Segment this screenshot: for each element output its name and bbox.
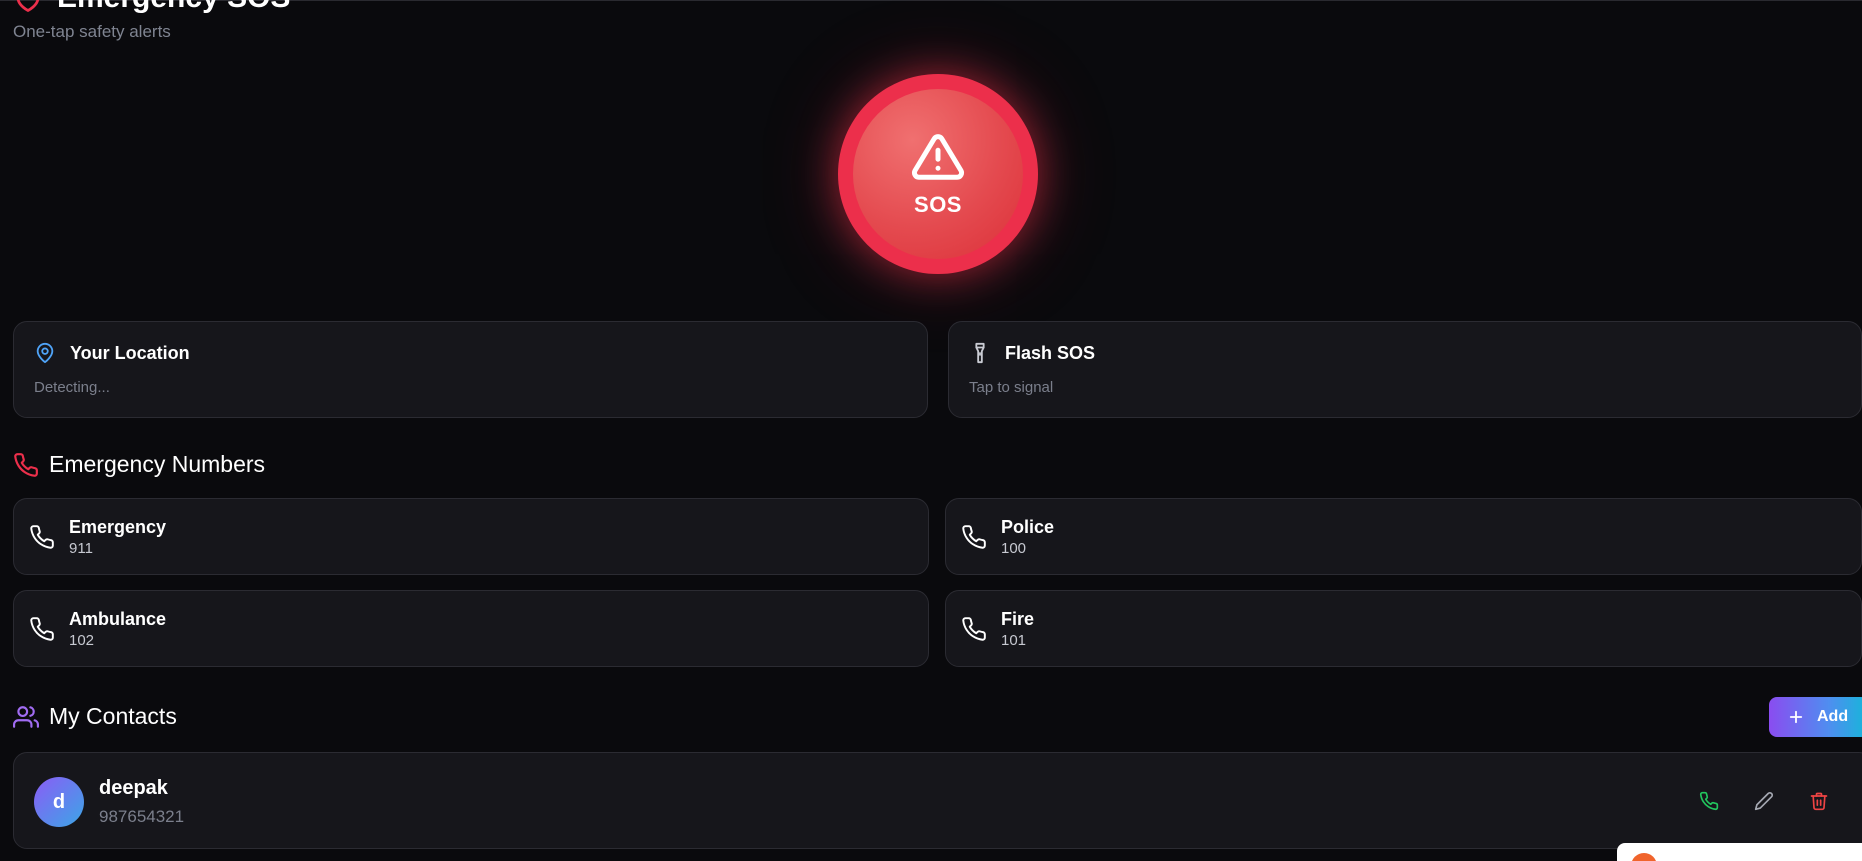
flash-sos-title: Flash SOS (1005, 342, 1096, 363)
contact-phone: 987654321 (99, 807, 185, 826)
call-contact-button[interactable] (1695, 787, 1723, 815)
phone-icon (14, 452, 38, 477)
ambulance-number-card[interactable]: Ambulance 102 (13, 590, 929, 667)
pencil-icon (1754, 792, 1773, 811)
floating-widget[interactable] (1617, 843, 1862, 861)
number-name: Emergency (69, 517, 167, 537)
warning-triangle-icon (912, 134, 964, 180)
page-title: Emergency SOS (57, 0, 290, 15)
sos-label: SOS (914, 192, 962, 217)
sos-button-inner: SOS (853, 89, 1023, 259)
fire-number-card[interactable]: Fire 101 (945, 590, 1862, 667)
shield-icon (16, 0, 40, 12)
location-card[interactable]: Your Location Detecting... (13, 321, 928, 418)
phone-icon (30, 617, 54, 641)
number-name: Fire (1001, 609, 1035, 629)
phone-icon (30, 525, 54, 549)
location-title: Your Location (70, 342, 190, 363)
add-contact-button[interactable]: Add (1769, 697, 1862, 737)
plus-icon (1789, 710, 1803, 724)
number-value: 101 (1001, 632, 1027, 649)
app-page: Emergency SOS One-tap safety alerts SOS … (0, 0, 1862, 861)
contact-name: deepak (99, 777, 168, 799)
contacts-title: My Contacts (49, 703, 177, 729)
add-contact-label: Add (1817, 708, 1849, 725)
emergency-numbers-header: Emergency Numbers (13, 451, 265, 478)
page-header: Emergency SOS (13, 0, 290, 15)
flash-sos-hint: Tap to signal (969, 379, 1054, 396)
edit-contact-button[interactable] (1750, 787, 1778, 815)
delete-contact-button[interactable] (1805, 787, 1833, 815)
trash-icon (1810, 792, 1828, 811)
emergency-number-card[interactable]: Emergency 911 (13, 498, 929, 575)
avatar: d (34, 777, 84, 827)
number-value: 100 (1001, 540, 1027, 557)
number-name: Ambulance (69, 609, 167, 629)
page-subtitle: One-tap safety alerts (13, 22, 171, 41)
number-value: 102 (69, 632, 95, 649)
phone-icon (962, 617, 986, 641)
number-name: Police (1001, 517, 1055, 537)
flashlight-icon (975, 342, 985, 364)
phone-icon (1699, 791, 1719, 811)
location-status: Detecting... (34, 379, 110, 396)
flash-sos-card[interactable]: Flash SOS Tap to signal (948, 321, 1862, 418)
map-pin-icon (36, 342, 54, 364)
emergency-numbers-title: Emergency Numbers (49, 451, 266, 477)
contact-card: d deepak 987654321 (13, 752, 1862, 849)
police-number-card[interactable]: Police 100 (945, 498, 1862, 575)
number-value: 911 (69, 540, 93, 557)
contacts-header: My Contacts (13, 703, 177, 730)
phone-icon (962, 525, 986, 549)
widget-avatar-icon (1631, 853, 1657, 861)
sos-button[interactable]: SOS (838, 74, 1038, 274)
users-icon (13, 705, 39, 728)
